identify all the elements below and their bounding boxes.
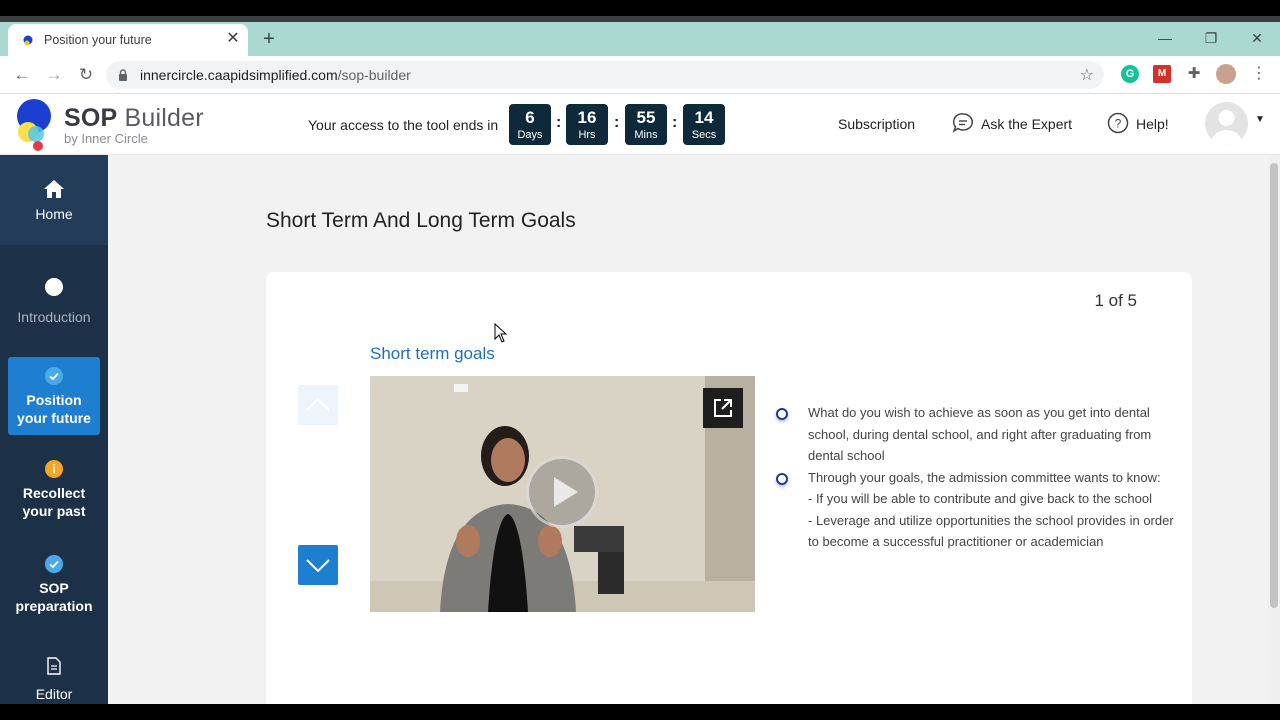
url-text: innercircle.caapidsimplified.com/sop-bui…: [140, 67, 411, 83]
sidebar-item-editor[interactable]: Editor: [0, 657, 108, 703]
external-link-icon: [714, 399, 732, 417]
countdown-minutes: 55 Mins: [625, 104, 667, 145]
address-bar[interactable]: innercircle.caapidsimplified.com/sop-bui…: [106, 61, 1104, 89]
goals-card: 1 of 5 Short term goals What do you wish…: [266, 272, 1192, 712]
sidebar-item-recollect-your-past[interactable]: i Recollect your past: [0, 460, 108, 520]
svg-text:?: ?: [1115, 117, 1122, 131]
sidebar-item-home[interactable]: Home: [0, 155, 108, 245]
help-link[interactable]: Help!: [1136, 116, 1169, 132]
favicon-icon: [23, 35, 33, 46]
check-circle-icon: [45, 555, 63, 573]
grammarly-extension-icon[interactable]: G: [1121, 65, 1139, 83]
countdown-seconds: 14 Secs: [683, 104, 725, 145]
forward-icon[interactable]: →: [43, 64, 65, 86]
lock-icon: [119, 69, 127, 81]
browser-toolbar: ← → ↻ innercircle.caapidsimplified.com/s…: [0, 56, 1280, 94]
bullet-ring-icon: [776, 472, 788, 485]
subscription-link[interactable]: Subscription: [838, 116, 915, 132]
open-external-button[interactable]: [703, 388, 743, 428]
app-header: SOP Builder by Inner Circle Your access …: [0, 94, 1280, 155]
play-button[interactable]: [526, 456, 598, 528]
page-scrollbar[interactable]: [1268, 155, 1280, 704]
check-circle-icon: [45, 367, 63, 385]
countdown-separator: :: [672, 114, 678, 131]
logo-subtitle: by Inner Circle: [64, 131, 148, 146]
access-countdown-label: Your access to the tool ends in: [308, 117, 499, 133]
video-player[interactable]: [370, 376, 755, 612]
bullet-ring-icon: [776, 408, 788, 420]
browser-tab[interactable]: Position your future ✕: [8, 24, 248, 56]
reload-icon[interactable]: ↻: [75, 64, 97, 86]
extensions-puzzle-icon[interactable]: ✚: [1185, 65, 1203, 83]
back-icon[interactable]: ←: [11, 64, 33, 86]
countdown-hours: 16 Hrs: [566, 104, 608, 145]
title-strip: [0, 0, 1280, 22]
window-close-icon[interactable]: ✕: [1247, 28, 1267, 48]
help-icon: ?: [1107, 112, 1129, 134]
tab-title: Position your future: [44, 33, 152, 47]
logo-title: SOP Builder: [64, 104, 204, 132]
page-title: Short Term And Long Term Goals: [266, 209, 576, 232]
document-icon: [47, 657, 61, 675]
restore-icon[interactable]: ❐: [1201, 28, 1221, 48]
status-dot-icon: [45, 278, 63, 296]
play-icon: [554, 477, 578, 507]
chevron-down-icon[interactable]: ▼: [1255, 114, 1265, 125]
chat-icon: [952, 113, 973, 133]
profile-avatar[interactable]: [1216, 64, 1236, 84]
new-tab-button[interactable]: +: [258, 28, 280, 50]
info-icon: i: [45, 460, 63, 478]
user-silhouette-icon: [1211, 110, 1242, 145]
section-title: Short term goals: [370, 344, 495, 363]
list-item: Through your goals, the admission commit…: [776, 467, 1176, 553]
chevron-up-icon: [306, 397, 330, 411]
guidance-list: What do you wish to achieve as soon as y…: [776, 402, 1176, 553]
tab-close-icon[interactable]: ✕: [224, 30, 242, 48]
ask-expert-link[interactable]: Ask the Expert: [981, 116, 1072, 132]
m-extension-icon[interactable]: M: [1153, 65, 1171, 83]
countdown-separator: :: [556, 114, 562, 131]
chevron-down-icon: [306, 559, 330, 573]
bottom-strip: [0, 704, 1280, 720]
mouse-cursor-icon: [494, 323, 508, 343]
next-button[interactable]: [298, 545, 338, 585]
scroll-thumb[interactable]: [1270, 163, 1278, 608]
previous-button[interactable]: [298, 385, 338, 425]
bookmark-star-icon[interactable]: ☆: [1080, 65, 1094, 85]
sidebar-item-introduction[interactable]: Introduction: [0, 278, 108, 326]
countdown-days: 6 Days: [509, 104, 551, 145]
countdown-separator: :: [614, 114, 620, 131]
logo-icon: [17, 99, 51, 151]
sidebar-item-position-your-future[interactable]: Position your future: [8, 357, 100, 435]
home-icon: [44, 180, 64, 198]
list-item: What do you wish to achieve as soon as y…: [776, 402, 1176, 467]
minimize-icon[interactable]: —: [1155, 28, 1175, 48]
sidebar: Home Introduction Position your future i…: [0, 155, 108, 704]
sidebar-item-sop-preparation[interactable]: SOP preparation: [0, 555, 108, 615]
page-counter: 1 of 5: [1094, 291, 1137, 310]
user-avatar[interactable]: [1205, 102, 1248, 145]
tab-bar: Position your future ✕ + — ❐ ✕: [0, 22, 1280, 56]
main-content: Short Term And Long Term Goals 1 of 5 Sh…: [108, 155, 1268, 712]
browser-menu-icon[interactable]: ⋮: [1250, 65, 1268, 83]
